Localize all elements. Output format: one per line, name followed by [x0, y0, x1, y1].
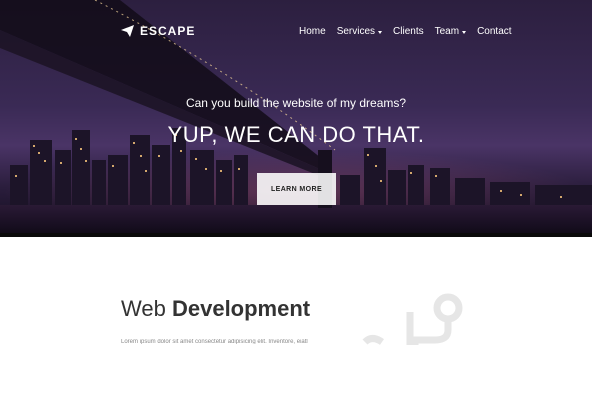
brand-name: ESCAPE [140, 24, 196, 38]
nav-services-label: Services [336, 26, 376, 37]
main-nav: Home Services Clients Team Contact [299, 26, 523, 37]
nav-team[interactable]: Team [434, 26, 467, 37]
paper-plane-icon [121, 25, 134, 37]
section-heading-bold: Development [171, 296, 311, 321]
section-body-text: Lorem ipsum dolor sit amet consectetur a… [121, 339, 308, 344]
nav-clients-label: Clients [393, 26, 424, 37]
brand-logo[interactable]: ESCAPE [121, 24, 195, 38]
learn-more-button[interactable]: LEARN MORE [257, 173, 336, 205]
hero-banner: ESCAPE Home Services Clients Team Contac… [0, 0, 592, 235]
section-heading-light: Web [121, 296, 166, 321]
hero-subtitle: Can you build the website of my dreams? [185, 96, 407, 110]
nav-services[interactable]: Services [336, 26, 383, 37]
nav-contact-label: Contact [477, 26, 512, 37]
nav-home-label: Home [299, 26, 326, 37]
nav-home[interactable]: Home [299, 26, 326, 37]
code-branch-icon [360, 290, 470, 350]
nav-team-label: Team [434, 26, 460, 37]
hero-title: YUP, WE CAN DO THAT. [167, 122, 425, 147]
nav-contact[interactable]: Contact [477, 26, 511, 37]
chevron-down-icon [462, 30, 467, 34]
section-heading: Web Development [121, 296, 310, 322]
hero-divider [0, 233, 592, 237]
nav-clients[interactable]: Clients [393, 26, 424, 37]
chevron-down-icon [378, 30, 383, 34]
